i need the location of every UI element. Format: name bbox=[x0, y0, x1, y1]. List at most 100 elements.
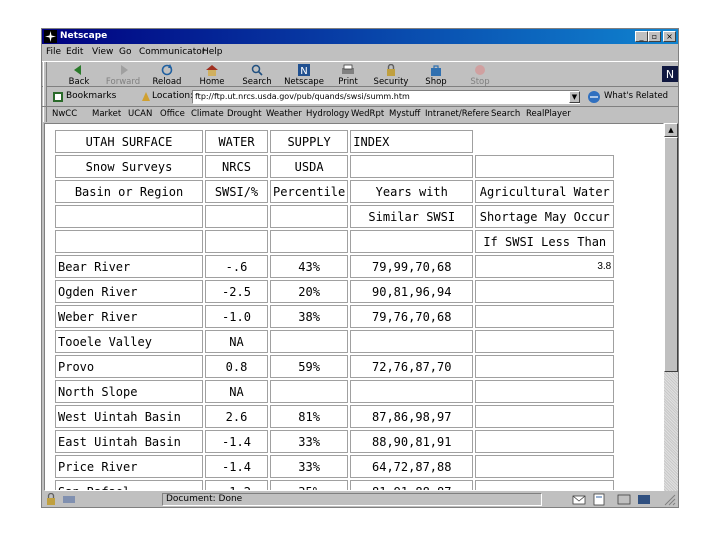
swsi-value: 2.6 bbox=[205, 405, 268, 428]
stop-button[interactable]: Stop bbox=[467, 64, 493, 87]
menu-communicator[interactable]: Communicator bbox=[139, 47, 205, 57]
basin-name: Ogden River bbox=[55, 280, 203, 303]
similar-years: 79,76,70,68 bbox=[350, 305, 474, 328]
link-intranet[interactable]: Intranet/Refere bbox=[425, 109, 489, 119]
table-header-row: If SWSI Less Than bbox=[55, 230, 615, 253]
shortage-threshold bbox=[475, 330, 615, 353]
maximize-button[interactable]: ▫ bbox=[648, 31, 661, 42]
table-header-row: UTAH SURFACE WATER SUPPLY INDEX bbox=[55, 130, 614, 153]
search-icon bbox=[251, 64, 263, 76]
arrow-up-icon: ▲ bbox=[668, 126, 674, 134]
menu-help[interactable]: Help bbox=[202, 47, 223, 57]
swsi-value: NA bbox=[205, 330, 268, 353]
table-header-cell: Basin or Region bbox=[55, 180, 203, 203]
similar-years bbox=[350, 380, 474, 403]
table-header-cell: Shortage May Occur bbox=[475, 205, 615, 228]
link-ucan[interactable]: UCAN bbox=[128, 109, 152, 119]
back-arrow-icon bbox=[74, 65, 81, 75]
percentile-value: 38% bbox=[270, 305, 349, 328]
link-nwcc[interactable]: NwCC bbox=[52, 109, 77, 119]
percentile-value: 35% bbox=[270, 480, 349, 490]
menu-edit[interactable]: Edit bbox=[66, 47, 83, 57]
location-toolbar: Bookmarks Location: ftp://ftp.ut.nrcs.us… bbox=[42, 87, 678, 107]
menu-file[interactable]: File bbox=[46, 47, 61, 57]
link-search[interactable]: Search bbox=[491, 109, 520, 119]
swsi-value: -2.5 bbox=[205, 280, 268, 303]
print-button[interactable]: Print bbox=[335, 64, 361, 87]
whats-related-icon bbox=[588, 91, 600, 103]
forward-arrow-icon bbox=[121, 65, 128, 75]
shortage-threshold bbox=[475, 355, 615, 378]
scroll-up-button[interactable]: ▲ bbox=[664, 123, 678, 137]
similar-years: 87,86,98,97 bbox=[350, 405, 474, 428]
security-button[interactable]: Security bbox=[372, 64, 410, 87]
swsi-value: NA bbox=[205, 380, 268, 403]
forward-button[interactable]: Forward bbox=[104, 64, 142, 87]
basin-name: West Uintah Basin bbox=[55, 405, 203, 428]
swsi-value: -1.2 bbox=[205, 480, 268, 490]
table-row: Price River -1.4 33% 64,72,87,88 bbox=[55, 455, 615, 478]
link-market[interactable]: Market bbox=[92, 109, 121, 119]
composer-icon[interactable] bbox=[592, 493, 606, 506]
menu-view[interactable]: View bbox=[92, 47, 113, 57]
basin-name: Bear River bbox=[55, 255, 203, 278]
table-row: Provo 0.8 59% 72,76,87,70 bbox=[55, 355, 615, 378]
url-dropdown-button[interactable]: ▼ bbox=[569, 91, 580, 103]
shortage-threshold bbox=[475, 455, 615, 478]
link-climate[interactable]: Climate bbox=[191, 109, 224, 119]
similar-years: 88,90,81,91 bbox=[350, 430, 474, 453]
percentile-value: 59% bbox=[270, 355, 349, 378]
percentile-value: 33% bbox=[270, 455, 349, 478]
netscape-throbber-icon[interactable]: N bbox=[662, 66, 678, 82]
title-bar[interactable]: Netscape _ ▫ × bbox=[42, 29, 678, 44]
location-icon bbox=[142, 92, 150, 101]
netscape-button[interactable]: N Netscape bbox=[282, 64, 326, 87]
link-drought[interactable]: Drought bbox=[227, 109, 262, 119]
page-content: UTAH SURFACE WATER SUPPLY INDEX Snow Sur… bbox=[44, 123, 664, 491]
table-row: Weber River -1.0 38% 79,76,70,68 bbox=[55, 305, 615, 328]
location-grip[interactable] bbox=[43, 87, 47, 106]
link-weather[interactable]: Weather bbox=[266, 109, 302, 119]
basin-name: Tooele Valley bbox=[55, 330, 203, 353]
link-mystuff[interactable]: Mystuff bbox=[389, 109, 420, 119]
shortage-threshold bbox=[475, 430, 615, 453]
reload-button[interactable]: Reload bbox=[150, 64, 184, 87]
shopping-bag-icon bbox=[431, 65, 441, 76]
table-header-cell: SWSI/% bbox=[205, 180, 268, 203]
svg-text:N: N bbox=[300, 66, 307, 76]
shop-button[interactable]: Shop bbox=[422, 64, 450, 87]
mail-icon[interactable] bbox=[572, 493, 586, 506]
whats-related-button[interactable]: What's Related bbox=[604, 91, 668, 101]
link-office[interactable]: Office bbox=[160, 109, 185, 119]
menu-go[interactable]: Go bbox=[119, 47, 131, 57]
links-grip[interactable] bbox=[43, 107, 47, 122]
bookmarks-button[interactable]: Bookmarks bbox=[66, 91, 116, 101]
security-lock-icon[interactable] bbox=[44, 493, 58, 506]
vertical-scrollbar[interactable]: ▲ bbox=[664, 123, 678, 491]
location-label: Location: bbox=[152, 91, 194, 101]
status-text: Document: Done bbox=[162, 493, 542, 506]
url-input[interactable]: ftp://ftp.ut.nrcs.usda.gov/pub/quands/sw… bbox=[192, 90, 580, 104]
link-wedrpt[interactable]: WedRpt bbox=[351, 109, 384, 119]
toolbar-grip[interactable] bbox=[43, 62, 47, 87]
search-button[interactable]: Search bbox=[240, 64, 274, 87]
table-header-cell bbox=[350, 230, 474, 253]
home-button[interactable]: Home bbox=[197, 64, 227, 87]
swsi-value: 0.8 bbox=[205, 355, 268, 378]
discussion-icon[interactable] bbox=[617, 493, 631, 506]
table-header-cell: Snow Surveys bbox=[55, 155, 203, 178]
shortage-threshold bbox=[475, 480, 615, 490]
reload-icon bbox=[161, 64, 173, 76]
link-hydrology[interactable]: Hydrology bbox=[306, 109, 349, 119]
close-button[interactable]: × bbox=[663, 31, 676, 42]
back-button[interactable]: Back bbox=[64, 64, 94, 87]
link-realplayer[interactable]: RealPlayer bbox=[526, 109, 571, 119]
minimize-button[interactable]: _ bbox=[635, 31, 648, 42]
navigator-icon[interactable] bbox=[637, 493, 651, 506]
percentile-value: 81% bbox=[270, 405, 349, 428]
resize-grip-icon[interactable] bbox=[662, 493, 676, 506]
basin-name: San Rafael bbox=[55, 480, 203, 490]
table-header-row: Similar SWSI Shortage May Occur bbox=[55, 205, 615, 228]
browser-window: Netscape _ ▫ × File Edit View Go Communi… bbox=[41, 28, 679, 508]
scroll-thumb[interactable] bbox=[664, 137, 678, 372]
